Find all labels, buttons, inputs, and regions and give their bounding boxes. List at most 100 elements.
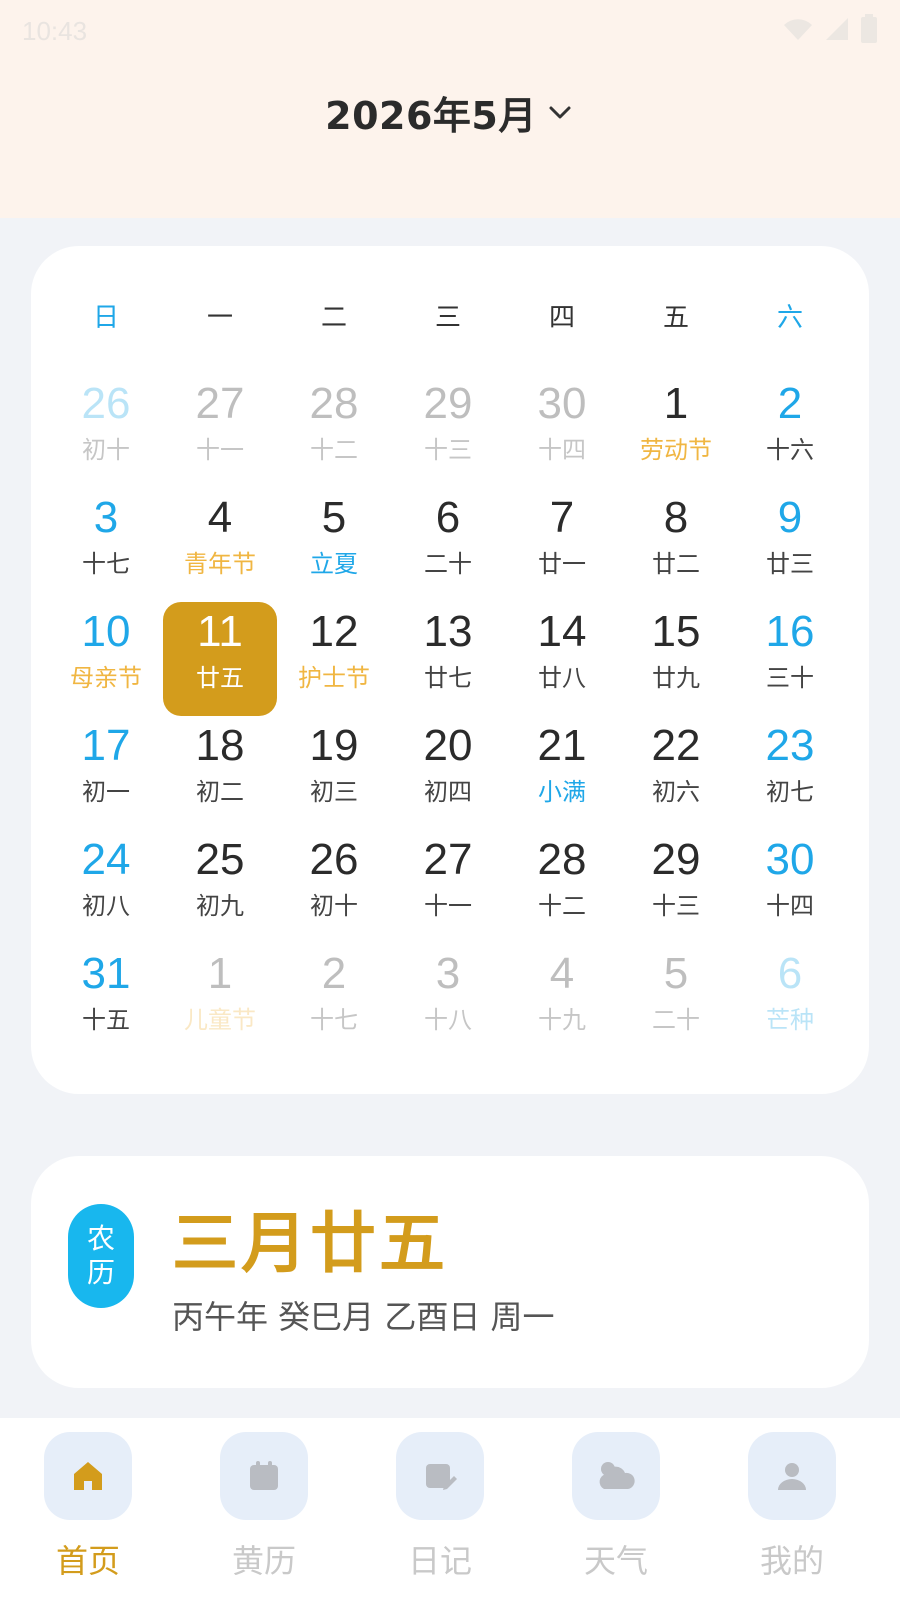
day-cell[interactable]: 2 十七 — [277, 944, 391, 1058]
day-cell[interactable]: 24 初八 — [49, 830, 163, 944]
day-number: 17 — [81, 721, 131, 770]
weekday-wed: 三 — [434, 303, 461, 333]
home-icon — [74, 1462, 102, 1490]
chevron-down-icon — [549, 106, 571, 119]
day-lunar-label: 十四 — [766, 892, 814, 920]
day-lunar-label: 廿八 — [538, 664, 586, 692]
day-lunar-label: 初四 — [424, 778, 472, 806]
day-cell[interactable]: 8 廿二 — [619, 488, 733, 602]
day-number: 9 — [777, 493, 803, 542]
day-number: 26 — [309, 835, 359, 884]
day-cell[interactable]: 30 十四 — [505, 374, 619, 488]
nav-icon-box — [44, 1432, 132, 1520]
day-cell[interactable]: 4 青年节 — [163, 488, 277, 602]
day-cell[interactable]: 15 廿九 — [619, 602, 733, 716]
day-cell[interactable]: 21 小满 — [505, 716, 619, 830]
nav-icon-box — [748, 1432, 836, 1520]
day-cell[interactable]: 14 廿八 — [505, 602, 619, 716]
day-number: 5 — [663, 949, 689, 998]
day-cell[interactable]: 20 初四 — [391, 716, 505, 830]
nav-item-diary[interactable]: 日记 — [385, 1432, 495, 1596]
nav-item-almanac[interactable]: 黄历 — [209, 1432, 319, 1596]
weather-icon — [599, 1462, 635, 1489]
day-cell[interactable]: 19 初三 — [277, 716, 391, 830]
day-cell[interactable]: 31 十五 — [49, 944, 163, 1058]
day-cell[interactable]: 27 十一 — [163, 374, 277, 488]
day-cell[interactable]: 29 十三 — [391, 374, 505, 488]
day-lunar-label: 十九 — [538, 1006, 586, 1034]
day-cell[interactable]: 9 廿三 — [733, 488, 847, 602]
day-cell-selected[interactable]: 11 廿五 — [163, 602, 277, 716]
day-number: 15 — [651, 607, 701, 656]
day-cell[interactable]: 5 二十 — [619, 944, 733, 1058]
day-number: 20 — [423, 721, 473, 770]
day-cell[interactable]: 29 十三 — [619, 830, 733, 944]
day-number: 22 — [651, 721, 701, 770]
day-cell[interactable]: 17 初一 — [49, 716, 163, 830]
nav-icon-box — [396, 1432, 484, 1520]
day-cell[interactable]: 26 初十 — [277, 830, 391, 944]
nav-icon-box — [572, 1432, 660, 1520]
day-number: 3 — [435, 949, 461, 998]
day-lunar-label: 三十 — [766, 664, 814, 692]
day-lunar-label: 十八 — [424, 1006, 472, 1034]
day-cell[interactable]: 7 廿一 — [505, 488, 619, 602]
day-number: 4 — [207, 493, 233, 542]
day-number: 2 — [321, 949, 347, 998]
day-cell[interactable]: 3 十八 — [391, 944, 505, 1058]
nav-item-profile[interactable]: 我的 — [737, 1432, 847, 1596]
day-lunar-label: 十一 — [196, 436, 244, 464]
day-number: 21 — [537, 721, 587, 770]
day-cell[interactable]: 27 十一 — [391, 830, 505, 944]
day-cell[interactable]: 16 三十 — [733, 602, 847, 716]
day-cell[interactable]: 12 护士节 — [277, 602, 391, 716]
day-cell[interactable]: 6 二十 — [391, 488, 505, 602]
day-lunar-label: 初三 — [310, 778, 358, 806]
nav-item-weather[interactable]: 天气 — [561, 1432, 671, 1596]
day-cell[interactable]: 28 十二 — [505, 830, 619, 944]
day-lunar-label: 母亲节 — [70, 664, 142, 692]
day-number: 5 — [321, 493, 347, 542]
day-number: 27 — [423, 835, 473, 884]
day-number: 29 — [651, 835, 701, 884]
day-lunar-label: 初九 — [196, 892, 244, 920]
day-cell[interactable]: 30 十四 — [733, 830, 847, 944]
day-number: 27 — [195, 379, 245, 428]
weekday-fri: 五 — [662, 303, 689, 333]
day-lunar-label: 立夏 — [310, 550, 358, 578]
day-lunar-label: 廿五 — [196, 664, 244, 692]
weekday-header: 日 一 二 三 四 五 六 — [49, 296, 847, 340]
day-lunar-label: 廿七 — [424, 664, 472, 692]
day-cell[interactable]: 18 初二 — [163, 716, 277, 830]
day-number: 1 — [207, 949, 233, 998]
day-lunar-label: 初六 — [652, 778, 700, 806]
day-cell[interactable]: 13 廿七 — [391, 602, 505, 716]
day-cell[interactable]: 28 十二 — [277, 374, 391, 488]
day-cell[interactable]: 4 十九 — [505, 944, 619, 1058]
day-lunar-label: 初一 — [82, 778, 130, 806]
day-cell[interactable]: 3 十七 — [49, 488, 163, 602]
day-cell[interactable]: 5 立夏 — [277, 488, 391, 602]
nav-label-diary: 日记 — [407, 1542, 472, 1580]
day-number: 6 — [777, 949, 803, 998]
day-cell[interactable]: 10 母亲节 — [49, 602, 163, 716]
day-cell[interactable]: 1 劳动节 — [619, 374, 733, 488]
day-number: 23 — [765, 721, 815, 770]
day-number: 13 — [423, 607, 473, 656]
day-cell[interactable]: 22 初六 — [619, 716, 733, 830]
day-number: 2 — [777, 379, 803, 428]
day-cell[interactable]: 25 初九 — [163, 830, 277, 944]
month-selector[interactable]: 2026年5月 — [0, 84, 900, 140]
day-cell[interactable]: 26 初十 — [49, 374, 163, 488]
status-time: 10:43 — [22, 16, 88, 46]
nav-item-home[interactable]: 首页 — [33, 1432, 143, 1596]
day-cell[interactable]: 6 芒种 — [733, 944, 847, 1058]
day-number: 24 — [81, 835, 131, 884]
day-number: 8 — [663, 493, 689, 542]
day-cell[interactable]: 23 初七 — [733, 716, 847, 830]
day-cell[interactable]: 1 儿童节 — [163, 944, 277, 1058]
day-number: 31 — [81, 949, 131, 998]
day-number: 12 — [309, 607, 359, 656]
day-cell[interactable]: 2 十六 — [733, 374, 847, 488]
lunar-info-card[interactable] — [31, 1156, 869, 1388]
